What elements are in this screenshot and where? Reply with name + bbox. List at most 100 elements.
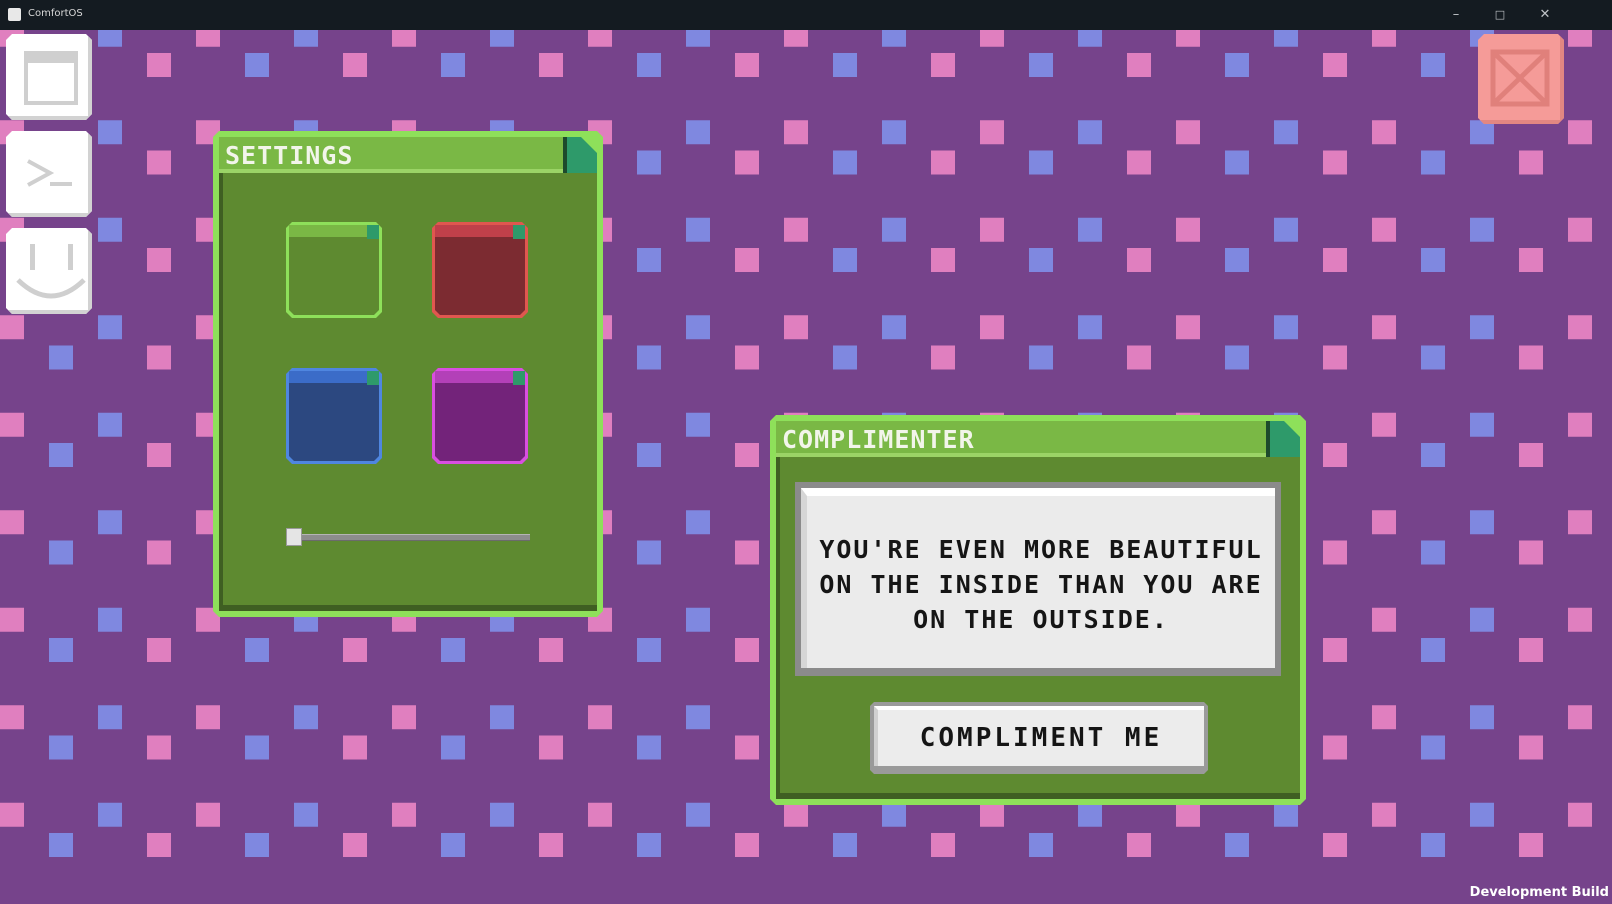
background-dot [1519,345,1543,370]
complimenter-close-icon[interactable] [1266,421,1300,457]
settings-close-icon[interactable] [563,137,597,173]
background-dot [98,120,122,145]
background-dot [49,833,73,857]
background-dot [1519,638,1543,662]
background-dot [98,510,122,535]
background-dot [1568,315,1592,340]
background-dot [1127,53,1151,77]
window-icon [6,34,92,120]
background-dot [1323,540,1347,565]
background-dot [1568,510,1592,535]
background-dot [1274,802,1298,827]
theme-swatch-blue[interactable] [286,368,382,464]
compliment-me-button[interactable]: COMPLIMENT ME [870,702,1208,774]
background-dot [1372,217,1396,242]
background-dot [735,53,759,77]
background-dot [441,53,465,77]
settings-title: SETTINGS [225,141,354,170]
window-close-icon[interactable]: ✕ [1535,6,1555,24]
os-titlebar: ComfortOS – □ ✕ [0,0,1612,30]
dock-item-terminal[interactable] [6,131,92,217]
background-dot [735,833,759,857]
background-dot [1274,120,1298,145]
maximize-icon[interactable]: □ [1490,6,1510,24]
background-dot [1372,412,1396,437]
background-dot [1519,540,1543,565]
slider-handle[interactable] [286,528,302,546]
background-dot [1078,802,1102,827]
background-dot [882,802,906,827]
background-dot [1372,315,1396,340]
background-dot [294,30,318,47]
background-dot [1519,443,1543,467]
background-dot [735,345,759,370]
background-dot [1323,150,1347,175]
theme-swatch-green[interactable] [286,222,382,318]
background-dot [147,248,171,272]
theme-swatch-purple[interactable] [432,368,528,464]
background-dot [245,53,269,77]
background-dot [882,315,906,340]
background-dot [686,30,710,47]
background-dot [343,833,367,857]
theme-swatch-red[interactable] [432,222,528,318]
background-dot [1421,540,1445,565]
background-dot [1029,248,1053,272]
background-dot [1323,345,1347,370]
background-dot [1078,217,1102,242]
background-dot [441,735,465,760]
background-dot [735,248,759,272]
exit-button[interactable] [1478,34,1564,124]
background-dot [1029,833,1053,857]
background-dot [637,53,661,77]
slider-track[interactable] [294,534,530,541]
background-dot [539,53,563,77]
background-dot [49,540,73,565]
background-dot [1470,412,1494,437]
background-dot [833,833,857,857]
background-dot [392,705,416,730]
background-dot [245,735,269,760]
background-dot [147,150,171,175]
background-dot [0,315,24,340]
compliment-button-face: COMPLIMENT ME [874,706,1204,766]
minimize-icon[interactable]: – [1446,6,1466,24]
background-dot [833,345,857,370]
background-dot [980,315,1004,340]
background-dot [0,802,24,827]
background-dot [637,345,661,370]
background-dot [1372,705,1396,730]
background-dot [343,638,367,662]
background-dot [1078,30,1102,47]
close-icon [1478,34,1564,124]
background-dot [49,638,73,662]
background-dot [294,802,318,827]
background-dot [343,735,367,760]
swatch-titlebar [289,371,367,383]
background-dot [1519,248,1543,272]
background-dot [539,638,563,662]
background-dot [686,315,710,340]
background-dot [833,150,857,175]
volume-slider[interactable] [286,528,530,548]
swatch-fill [435,225,525,315]
background-dot [1029,53,1053,77]
background-dot [245,638,269,662]
background-dot [686,705,710,730]
complimenter-titlebar[interactable]: COMPLIMENTER [776,421,1266,457]
background-dot [1127,345,1151,370]
background-dot [1372,607,1396,632]
background-dot [1323,443,1347,467]
terminal-icon [6,131,92,217]
swatch-fill [289,225,379,315]
background-dot [833,53,857,77]
background-dot [735,735,759,760]
background-dot [1470,705,1494,730]
background-dot [1470,315,1494,340]
settings-titlebar[interactable]: SETTINGS [219,137,563,173]
background-dot [637,540,661,565]
dock-item-window[interactable] [6,34,92,120]
dock-item-complimenter[interactable] [6,228,92,314]
background-dot [1225,345,1249,370]
app-title: ComfortOS [28,8,83,19]
